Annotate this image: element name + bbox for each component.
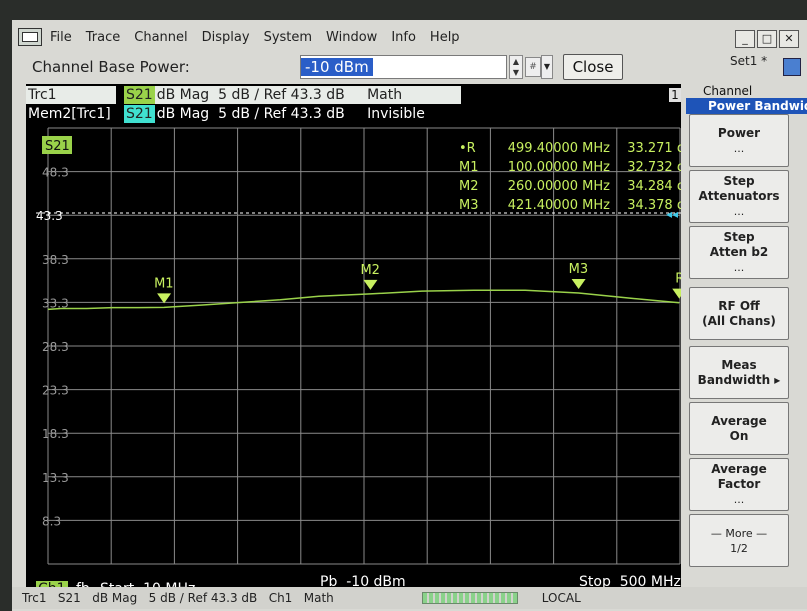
setup-label: Set1 * [730, 54, 768, 68]
average-factor-softkey[interactable]: Average Factor... [689, 458, 789, 511]
step-attenuators-softkey[interactable]: Step Attenuators... [689, 170, 789, 223]
marker-table-value: 33.271 dB [627, 141, 681, 156]
marker-table-freq: 421.40000 MHz [508, 198, 610, 213]
y-tick-label: 28.3 [42, 340, 69, 354]
channel-base-power-input[interactable]: -10 dBm [300, 55, 507, 79]
sk-line: Atten b2 [709, 245, 769, 259]
menu-display[interactable]: Display [202, 30, 250, 45]
sk-line: (All Chans) [702, 313, 776, 328]
sk-line: ... [733, 141, 745, 155]
sk-line: Step [723, 230, 755, 244]
meas-bandwidth-softkey[interactable]: Meas Bandwidth ▸ [689, 346, 789, 399]
sk-line: Step [723, 174, 755, 188]
softkey-panel: Channel Power Bandwidth Power... StepAtt… [686, 84, 807, 600]
marker-table-freq: 260.00000 MHz [508, 179, 610, 194]
sk-line: Bandwidth ▸ [697, 372, 781, 387]
param-badge-label: S21 [45, 139, 70, 154]
sk-line: Average [711, 462, 767, 476]
marker-table-freq: 100.00000 MHz [508, 160, 610, 175]
y-tick-label: 8.3 [42, 514, 61, 528]
sk-line: RF Off [718, 298, 760, 313]
close-button[interactable]: Close [563, 54, 623, 80]
menu-channel[interactable]: Channel [134, 30, 187, 45]
minimize-button[interactable]: _ [735, 30, 755, 48]
softkey-submenu-title: Power Bandwidth [686, 98, 807, 114]
marker-table-label: M1 [459, 160, 479, 175]
marker-label: M1 [154, 276, 174, 291]
diagram-area[interactable]: Trc1 S21 dB Mag 5 dB / Ref 43.3 dB Math … [26, 84, 681, 600]
marker-triangle-icon [157, 293, 172, 304]
sk-line: Meas [721, 357, 757, 372]
sk-line: Factor [717, 477, 761, 491]
marker-table-label: M2 [459, 179, 479, 194]
sk-line: ... [733, 493, 745, 506]
y-axis-ticks: 48.343.338.333.328.323.318.313.38.3 [36, 166, 69, 529]
average-on-softkey[interactable]: Average On [689, 402, 789, 455]
spin-arrows-icon[interactable]: ▲ ▼ [509, 55, 523, 79]
more-softkey[interactable]: — More —1/2 [689, 514, 789, 567]
y-tick-label: 13.3 [42, 471, 69, 485]
marker-label: M2 [360, 263, 380, 278]
status-bar: Trc1 S21 dB Mag 5 dB / Ref 43.3 dB Ch1 M… [12, 587, 807, 609]
marker-table-value: 34.284 dB [627, 179, 681, 194]
sk-line: Average [711, 413, 767, 428]
unit-icon[interactable]: # [525, 57, 541, 77]
window-controls: _ □ ✕ [735, 30, 799, 48]
sk-line: ... [733, 261, 745, 274]
marker-triangle-icon [672, 288, 681, 299]
status-text: Trc1 S21 dB Mag 5 dB / Ref 43.3 dB Ch1 M… [22, 591, 334, 605]
close-window-button[interactable]: ✕ [779, 30, 799, 48]
menu-file[interactable]: File [50, 30, 72, 45]
analyzer-screen: File Trace Channel Display System Window… [12, 20, 807, 611]
sk-line: ... [733, 205, 745, 218]
marker-table-value: 34.378 dB [627, 198, 681, 213]
y-tick-label: 18.3 [42, 427, 69, 441]
menu-help[interactable]: Help [430, 30, 460, 45]
app-icon[interactable] [18, 28, 42, 46]
dropdown-arrow-icon[interactable]: ▼ [541, 55, 553, 79]
menu-trace[interactable]: Trace [86, 30, 121, 45]
softkey-menu-title: Channel [703, 84, 753, 98]
marker-table: •R 499.40000 MHz 33.271 dB M1 100.00000 MHz 3… [459, 141, 681, 213]
marker-triangle-icon [363, 279, 378, 290]
marker-table-freq: 499.40000 MHz [508, 141, 610, 156]
trace-diagram: ◂◂ 48.343.338.333.328.323.318.313.38.3 S… [36, 127, 681, 565]
input-toolbar: Channel Base Power: -10 dBm ▲ ▼ # ▼ Close [12, 50, 684, 84]
local-mode-label: LOCAL [541, 591, 581, 605]
sk-line: 1/2 [730, 541, 748, 555]
sk-line: — More — [710, 526, 768, 540]
restore-button[interactable]: □ [757, 30, 777, 48]
menu-bar: File Trace Channel Display System Window… [12, 24, 807, 50]
marker-table-label: M3 [459, 198, 479, 213]
marker-table-label: •R [459, 141, 476, 156]
y-tick-label: 23.3 [42, 384, 69, 398]
menu-info[interactable]: Info [391, 30, 416, 45]
marker-label: R [675, 272, 681, 287]
sk-line: Attenuators [698, 189, 780, 203]
marker-table-value: 32.732 dB [627, 160, 681, 175]
menu-window[interactable]: Window [326, 30, 377, 45]
sk-line: Power [717, 125, 761, 140]
power-softkey[interactable]: Power... [689, 114, 789, 167]
input-value[interactable]: -10 dBm [301, 58, 373, 76]
step-atten-b2-softkey[interactable]: Step Atten b2... [689, 226, 789, 279]
y-tick-label: 43.3 [36, 209, 63, 223]
activity-indicator [421, 592, 518, 604]
menu-system[interactable]: System [264, 30, 312, 45]
marker-label: M3 [569, 262, 589, 277]
pin-icon[interactable] [783, 58, 801, 76]
rf-off-softkey[interactable]: RF Off (All Chans) [689, 287, 789, 340]
sk-line: On [729, 428, 749, 443]
marker-symbols: R M1 M2 M3 [154, 262, 681, 304]
y-tick-label: 38.3 [42, 253, 69, 267]
y-tick-label: 48.3 [42, 166, 69, 180]
channel-base-power-label: Channel Base Power: [32, 58, 190, 76]
softkey-header: Channel Power Bandwidth [686, 84, 807, 114]
marker-triangle-icon [571, 278, 586, 289]
